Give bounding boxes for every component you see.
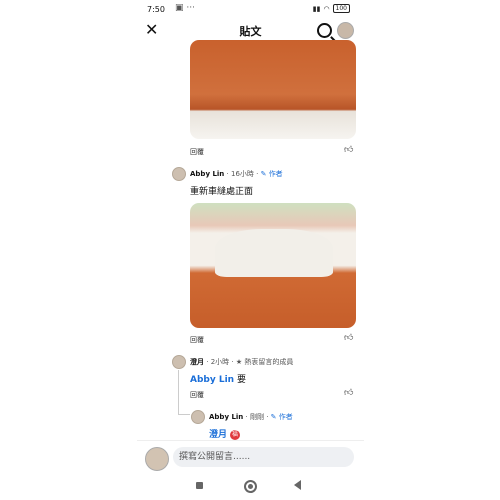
avatar[interactable] <box>191 410 205 424</box>
comment-text-line: Abby Lin 要 <box>190 372 246 385</box>
author-badge: ✎ 作者 <box>270 413 293 421</box>
author-role: 作者 <box>268 170 283 178</box>
comment-time: 2小時 <box>210 358 230 366</box>
comment-author[interactable]: Abby Lin <box>209 413 243 421</box>
comment-author[interactable]: 澄月 <box>190 358 204 366</box>
comment-photo[interactable] <box>190 203 356 328</box>
home-icon[interactable] <box>244 480 257 493</box>
avatar[interactable] <box>172 355 186 369</box>
member-badge: ★ 熱衷留言的成員 <box>235 358 294 366</box>
comment-time: 16小時 <box>230 170 254 178</box>
profile-avatar[interactable] <box>337 22 354 39</box>
mention-link[interactable]: Abby Lin <box>190 375 234 385</box>
user-avatar[interactable] <box>145 447 169 471</box>
thread-line <box>178 370 179 414</box>
comment-photo[interactable] <box>190 40 356 139</box>
author-badge: ✎ 作者 <box>260 170 283 178</box>
fortune-emoji: 福 <box>229 429 240 440</box>
status-time: 7:50 <box>147 5 165 14</box>
comment-meta: Abby Lin · 剛剛 · ✎ 作者 <box>209 413 293 421</box>
phone-screen: 7:50 ▣ ··· ▮▮ ◠ 100 ✕ 貼文 回覆 👍︎ Abby Lin … <box>137 0 364 500</box>
back-icon[interactable] <box>294 480 301 490</box>
recent-apps-icon[interactable] <box>196 482 203 489</box>
comment-meta: 澄月 · 2小時 · ★ 熱衷留言的成員 <box>190 358 294 366</box>
like-icon[interactable]: 👍︎ <box>344 333 353 343</box>
comment-author[interactable]: Abby Lin <box>190 170 224 178</box>
author-role: 作者 <box>278 413 293 421</box>
comment-time: 剛剛 <box>249 413 264 421</box>
status-bar: 7:50 ▣ ··· ▮▮ ◠ 100 <box>137 0 364 18</box>
status-icons: ▮▮ ◠ 100 <box>313 4 350 13</box>
member-role: 熱衷留言的成員 <box>244 358 294 366</box>
system-nav-bar <box>137 476 364 496</box>
comment-text-line: 澄月 福 <box>209 427 240 440</box>
mention-link[interactable]: 澄月 <box>209 430 227 440</box>
comment-text: 要 <box>236 375 246 385</box>
avatar[interactable] <box>172 167 186 181</box>
reply-link[interactable]: 回覆 <box>190 147 204 157</box>
search-icon[interactable] <box>317 23 332 38</box>
wifi-icon: ◠ <box>323 4 330 13</box>
reply-link[interactable]: 回覆 <box>190 390 204 400</box>
signal-icon: ▮▮ <box>312 4 321 13</box>
photo-detail <box>215 229 333 277</box>
like-icon[interactable]: 👍︎ <box>344 388 353 398</box>
battery-icon: 100 <box>332 4 350 13</box>
comment-text: 重新車縫處正面 <box>190 187 254 197</box>
thread-line <box>178 414 190 415</box>
like-icon[interactable]: 👍︎ <box>344 145 353 155</box>
notification-icons: ▣ ··· <box>175 3 195 13</box>
comment-meta: Abby Lin · 16小時 · ✎ 作者 <box>190 170 283 178</box>
reply-link[interactable]: 回覆 <box>190 335 204 345</box>
comment-composer: 撰寫公開留言...... <box>137 440 364 475</box>
comment-input[interactable]: 撰寫公開留言...... <box>173 447 354 467</box>
